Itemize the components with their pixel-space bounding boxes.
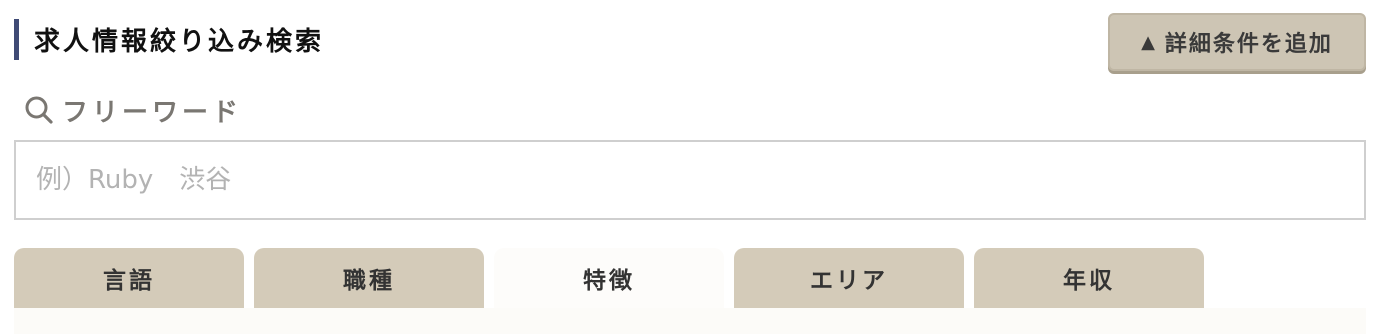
page-title: 求人情報絞り込み検索 bbox=[34, 27, 325, 57]
tab-panel bbox=[14, 308, 1366, 334]
tab-language[interactable]: 言語 bbox=[14, 248, 244, 308]
tab-area[interactable]: エリア bbox=[734, 248, 964, 308]
header-accent-bar bbox=[14, 19, 19, 60]
search-panel: 求人情報絞り込み検索 ▲ 詳細条件を追加 フリーワード 言語 職種 特徴 エリア… bbox=[0, 0, 1384, 334]
freeword-label: フリーワード bbox=[24, 92, 242, 128]
tab-salary[interactable]: 年収 bbox=[974, 248, 1204, 308]
search-icon bbox=[25, 96, 53, 124]
triangle-up-icon: ▲ bbox=[1141, 31, 1157, 53]
add-detail-conditions-button[interactable]: ▲ 詳細条件を追加 bbox=[1108, 13, 1366, 71]
add-detail-conditions-label: 詳細条件を追加 bbox=[1164, 32, 1333, 57]
section-header: 求人情報絞り込み検索 bbox=[14, 19, 324, 60]
freeword-label-text: フリーワード bbox=[62, 97, 243, 128]
search-tabs: 言語 職種 特徴 エリア 年収 bbox=[14, 248, 1214, 308]
tab-job-type[interactable]: 職種 bbox=[254, 248, 484, 308]
freeword-input[interactable] bbox=[14, 140, 1366, 220]
tab-features[interactable]: 特徴 bbox=[494, 248, 724, 308]
